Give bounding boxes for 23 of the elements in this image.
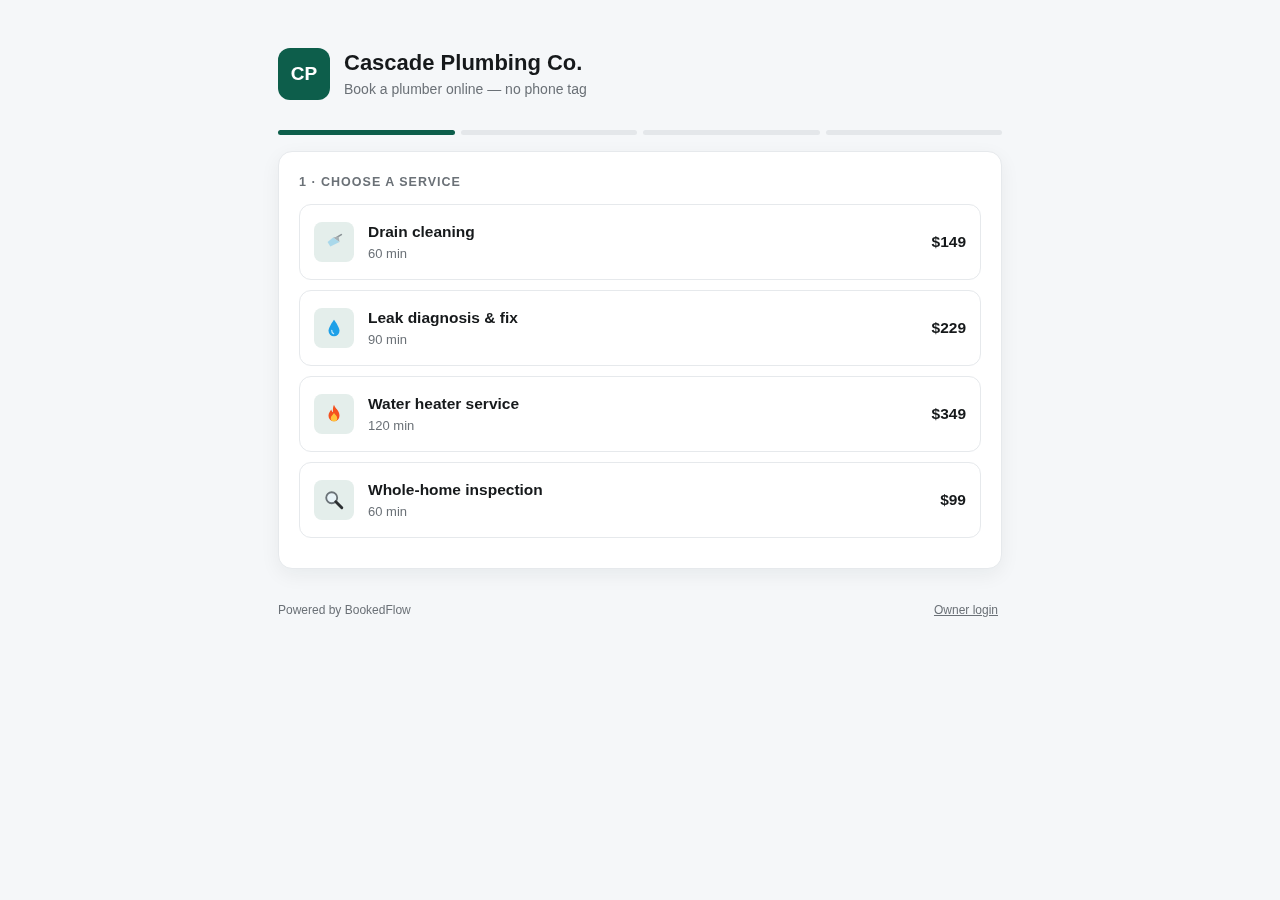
service-price: $229 [931, 319, 966, 337]
service-duration: 60 min [368, 246, 409, 262]
service-name: Drain cleaning [368, 222, 476, 242]
service-price: $349 [931, 405, 966, 423]
service-duration: 60 min [368, 504, 409, 520]
service-name: Leak diagnosis & fix [368, 308, 519, 328]
business-name: Cascade Plumbing Co. [344, 49, 584, 77]
service-option[interactable]: Water heater service 120 min $349 [299, 376, 981, 452]
tagline: Book a plumber online — no phone tag [344, 80, 587, 98]
owner-login-link[interactable]: Owner login [933, 603, 998, 617]
service-option[interactable]: Drain cleaning 60 min $149 [299, 204, 981, 280]
service-name: Whole-home inspection [368, 480, 544, 500]
service-price: $149 [931, 233, 966, 251]
search-icon [323, 489, 345, 511]
service-duration: 120 min [368, 418, 416, 434]
service-price: $99 [940, 491, 966, 509]
service-name: Water heater service [368, 394, 521, 414]
powered-by-text: Powered by BookedFlow [278, 603, 411, 617]
service-option[interactable]: Leak diagnosis & fix 90 min $229 [299, 290, 981, 366]
logo-badge: CP [278, 48, 330, 100]
service-duration: 90 min [368, 332, 409, 348]
service-option[interactable]: Whole-home inspection 60 min $99 [299, 462, 981, 538]
step-heading: 1 · CHOOSE A SERVICE [299, 174, 462, 190]
